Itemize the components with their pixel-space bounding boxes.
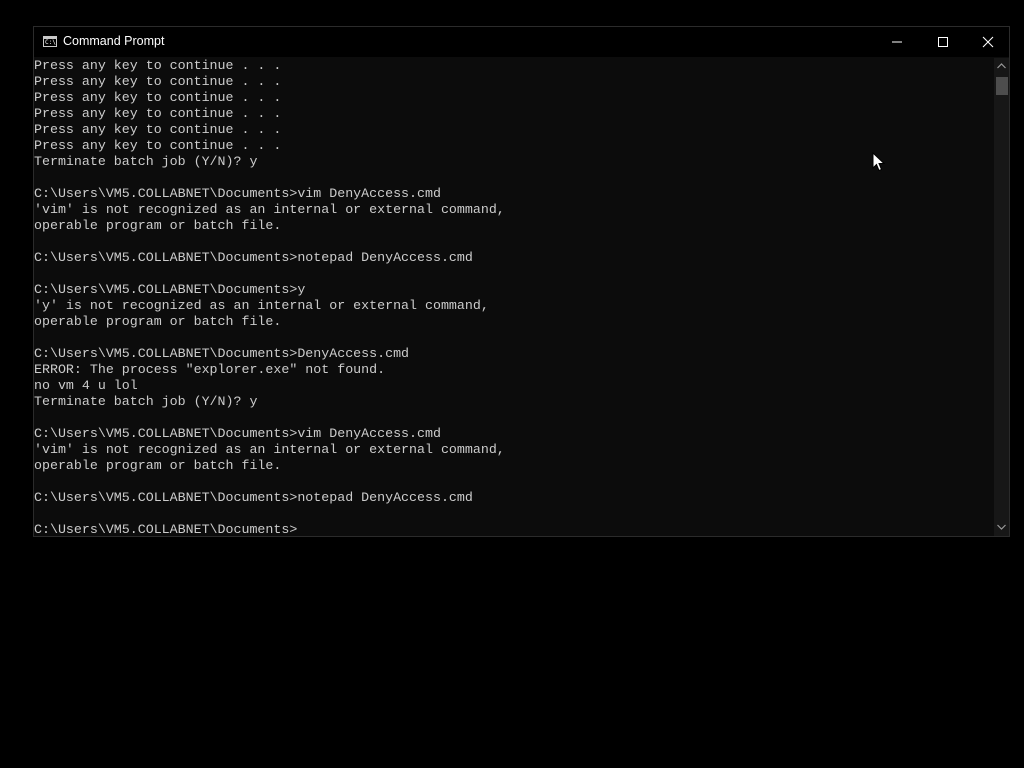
console-line: Press any key to continue . . . (34, 138, 282, 153)
close-icon (982, 36, 994, 48)
scroll-down-button[interactable] (994, 519, 1009, 536)
console-output[interactable]: Press any key to continue . . . Press any… (34, 58, 994, 536)
console-line: Press any key to continue . . . (34, 106, 282, 121)
chevron-down-icon (997, 524, 1006, 530)
console-line: Press any key to continue . . . (34, 58, 282, 73)
close-button[interactable] (965, 27, 1011, 57)
console-line: operable program or batch file. (34, 458, 282, 473)
console-line: Terminate batch job (Y/N)? y (34, 154, 258, 169)
console-line: ERROR: The process "explorer.exe" not fo… (34, 362, 386, 377)
command-prompt-window[interactable]: C:\ Command Prompt Press any key to cont… (33, 26, 1010, 537)
console-line: 'y' is not recognized as an internal or … (34, 298, 489, 313)
console-line: C:\Users\VM5.COLLABNET\Documents>vim Den… (34, 186, 441, 201)
console-line: C:\Users\VM5.COLLABNET\Documents>DenyAcc… (34, 346, 410, 361)
console-line: C:\Users\VM5.COLLABNET\Documents>vim Den… (34, 426, 441, 441)
console-line: operable program or batch file. (34, 218, 282, 233)
console-line: operable program or batch file. (34, 314, 282, 329)
title-bar[interactable]: C:\ Command Prompt (34, 27, 1009, 57)
console-line: C:\Users\VM5.COLLABNET\Documents>notepad… (34, 250, 473, 265)
chevron-up-icon (997, 63, 1006, 69)
vertical-scrollbar[interactable] (994, 58, 1009, 536)
console-line: C:\Users\VM5.COLLABNET\Documents> (34, 522, 298, 536)
minimize-icon (892, 41, 902, 43)
maximize-button[interactable] (920, 27, 966, 57)
console-line: Press any key to continue . . . (34, 122, 282, 137)
maximize-icon (938, 37, 948, 47)
window-title: Command Prompt (63, 34, 165, 48)
console-line: no vm 4 u lol (34, 378, 138, 393)
scrollbar-thumb[interactable] (996, 77, 1008, 95)
console-line: 'vim' is not recognized as an internal o… (34, 202, 505, 217)
scroll-up-button[interactable] (994, 58, 1009, 75)
minimize-button[interactable] (874, 27, 920, 57)
console-line: Terminate batch job (Y/N)? y (34, 394, 258, 409)
console-line: C:\Users\VM5.COLLABNET\Documents>notepad… (34, 490, 473, 505)
console-line: Press any key to continue . . . (34, 74, 282, 89)
cmd-icon: C:\ (43, 36, 57, 47)
console-line: 'vim' is not recognized as an internal o… (34, 442, 505, 457)
console-line: C:\Users\VM5.COLLABNET\Documents>y (34, 282, 306, 297)
console-line: Press any key to continue . . . (34, 90, 282, 105)
mouse-cursor-icon (872, 152, 886, 172)
